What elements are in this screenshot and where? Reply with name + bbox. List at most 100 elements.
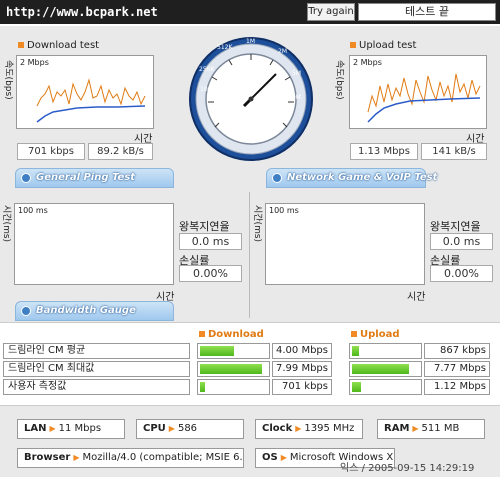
download-bar-value: 701 kbps (272, 379, 332, 395)
bandwidth-upload-header: Upload (351, 329, 399, 340)
upload-bar-value: 1.12 Mbps (424, 379, 490, 395)
bandwidth-download-marker (199, 331, 205, 337)
upload-bar-track (349, 361, 422, 377)
gauge-tick-2m: 2M (278, 48, 287, 55)
bandwidth-row-label: 사용자 측정값 (3, 379, 190, 395)
ping-left-chart: 100 ms (14, 203, 174, 285)
download-line-average (36, 105, 146, 123)
bandwidth-row-label: 드림라인 CM 평균 (3, 343, 190, 359)
tab-bandwidth-icon (21, 306, 31, 316)
download-bar-fill (200, 382, 205, 392)
lan-arrow-icon: ▶ (49, 424, 56, 433)
download-bar-track (197, 361, 270, 377)
lan-value: 11 Mbps (58, 423, 102, 434)
site-url: http://www.bcpark.net (6, 5, 158, 19)
tab-game-icon (272, 173, 282, 183)
tab-ping-label: General Ping Test (36, 172, 136, 183)
ping-right-rtt-value: 0.0 ms (430, 233, 493, 250)
gauge-tick-256k: 256K (199, 66, 215, 73)
upload-kBs: 141 kB/s (421, 143, 487, 160)
ping-right-y-label: 시간(ms) (252, 205, 262, 243)
gauge-tick-512k: 512K (217, 44, 233, 51)
download-kBs: 89.2 kB/s (88, 143, 153, 160)
tab-game-label: Network Game & VoIP Test (287, 172, 438, 183)
upload-title-text: Upload test (359, 40, 417, 51)
upload-title: Upload test (350, 40, 416, 51)
download-title-marker (18, 42, 24, 48)
ping-right-loss-value: 0.00% (430, 265, 493, 282)
ping-left-loss-value: 0.00% (179, 265, 242, 282)
ping-divider (249, 192, 250, 318)
gauge-tick-10m: 10M (288, 94, 301, 101)
os-label: OS (262, 452, 278, 463)
tab-bandwidth-gauge[interactable]: Bandwidth Gauge (15, 301, 174, 321)
download-kbps: 701 kbps (17, 143, 85, 160)
ping-left-y-label: 시간(ms) (1, 205, 11, 243)
ram-arrow-icon: ▶ (412, 424, 419, 433)
upload-chart-lines (367, 73, 481, 123)
download-bar-track (197, 379, 270, 395)
gauge-tick-100k: 100K (200, 86, 216, 93)
upload-line-instant (367, 73, 481, 113)
download-title-text: Download test (27, 40, 100, 51)
upload-mbps: 1.13 Mbps (350, 143, 418, 160)
cpu-value: 586 (177, 423, 198, 434)
tab-network-game-voip-test[interactable]: Network Game & VoIP Test (266, 168, 437, 188)
upload-chart: 2 Mbps (349, 55, 487, 129)
upload-bar-fill (352, 364, 409, 374)
download-line-instant (36, 78, 146, 107)
browser-label: Browser (24, 452, 71, 463)
tab-general-ping-test[interactable]: General Ping Test (15, 168, 174, 188)
ping-right-x-label: 시간 (407, 292, 426, 303)
upload-bar-track (349, 379, 422, 395)
browser-value: Mozilla/4.0 (compatible; MSIE 6.0 (82, 452, 244, 463)
gauge-tick-1m: 1M (246, 38, 255, 45)
upload-bar-track (349, 343, 422, 359)
download-bar-track (197, 343, 270, 359)
cpu-arrow-icon: ▶ (168, 424, 175, 433)
download-title: Download test (18, 40, 99, 51)
download-y-label: 속도(bps) (3, 60, 13, 100)
status-display: 테스트 끝 (358, 3, 496, 21)
upload-bar-fill (352, 382, 361, 392)
browser-cell: Browser ▶ Mozilla/4.0 (compatible; MSIE 6.… (17, 448, 244, 468)
bandwidth-download-header: Download (199, 329, 264, 340)
tab-ping-icon (21, 173, 31, 183)
ping-left-rtt-value: 0.0 ms (179, 233, 242, 250)
clock-arrow-icon: ▶ (295, 424, 302, 433)
download-bar-value: 7.99 Mbps (272, 361, 332, 377)
ping-left-scale-label: 100 ms (18, 206, 48, 215)
upload-title-marker (350, 42, 356, 48)
clock-label: Clock (262, 423, 293, 434)
upload-bar-value: 7.77 Mbps (424, 361, 490, 377)
browser-arrow-icon: ▶ (73, 453, 80, 462)
upload-bar-value: 867 kbps (424, 343, 490, 359)
ping-right-rtt-label: 왕복지연율 (430, 220, 481, 233)
cpu-cell: CPU ▶ 586 (136, 419, 244, 439)
download-chart-lines (36, 78, 146, 123)
bandwidth-upload-marker (351, 331, 357, 337)
ping-right-chart: 100 ms (265, 203, 425, 285)
lan-cell: LAN ▶ 11 Mbps (17, 419, 125, 439)
ram-value: 511 MB (421, 423, 460, 434)
ram-label: RAM (384, 423, 410, 434)
ram-cell: RAM ▶ 511 MB (377, 419, 485, 439)
download-bar-fill (200, 364, 262, 374)
ping-right-scale-label: 100 ms (269, 206, 299, 215)
download-bar-value: 4.00 Mbps (272, 343, 332, 359)
upload-bar-fill (352, 346, 359, 356)
bandwidth-upload-header-text: Upload (360, 329, 400, 340)
clock-value: 1395 MHz (304, 423, 355, 434)
clock-cell: Clock ▶ 1395 MHz (255, 419, 363, 439)
upload-y-label: 속도(bps) (334, 60, 344, 100)
bandwidth-row-label: 드림라인 CM 최대값 (3, 361, 190, 377)
download-bar-fill (200, 346, 234, 356)
download-chart: 2 Mbps (16, 55, 154, 129)
tab-bandwidth-label: Bandwidth Gauge (36, 305, 136, 316)
try-again-button[interactable]: Try again (307, 3, 355, 21)
lan-label: LAN (24, 423, 47, 434)
bandwidth-download-header-text: Download (208, 329, 264, 340)
cpu-label: CPU (143, 423, 166, 434)
capture-stamp: 익스 / 2005-09-15 14:29:19 (340, 463, 475, 474)
os-arrow-icon: ▶ (280, 453, 287, 462)
